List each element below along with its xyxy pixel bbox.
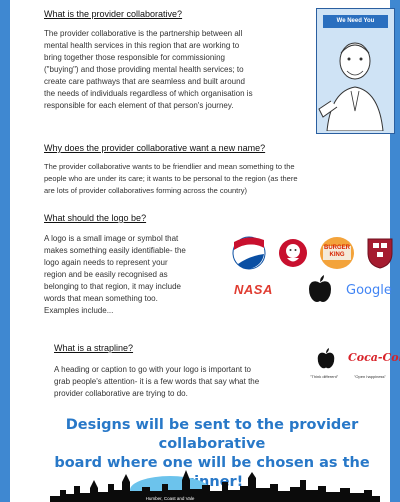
burger-king-word-1: BURGER (323, 245, 350, 251)
text-line: A heading or caption to go with your log… (54, 365, 252, 374)
new-name-paragraph: The provider collaborative wants to be f… (44, 161, 394, 197)
skyline-illustration: Humber, Coast and Vale (50, 470, 380, 502)
we-need-you-poster: We Need You (316, 8, 395, 134)
heading-new-name: Why does the provider collaborative want… (44, 143, 266, 153)
text-line: Examples include... (44, 306, 114, 315)
coca-cola-strapline: "Open happiness" (354, 374, 386, 379)
google-logo: Google (346, 283, 392, 298)
nasa-logo: NASA (234, 282, 273, 297)
logo-paragraph: A logo is a small image or symbol that m… (44, 233, 224, 317)
text-line: The provider collaborative wants to be f… (44, 162, 295, 171)
strapline-paragraph: A heading or caption to go with your log… (54, 364, 310, 400)
text-line: are lots of provider collaboratives form… (44, 186, 248, 195)
poster-figure-illustration (318, 42, 384, 131)
burger-king-logo: BURGER KING (320, 237, 354, 269)
text-line: responsible for each element of that per… (44, 101, 234, 110)
apple-logo (309, 275, 331, 302)
strapline-examples: "Think different" Coca-Cola "Open happin… (310, 343, 400, 391)
text-line: create care pathways that are seamless a… (44, 77, 246, 86)
text-line: the needs of individuals regardless of w… (44, 89, 253, 98)
text-line: The provider collaborative is the partne… (44, 29, 243, 38)
apple-logo (317, 348, 335, 369)
kfc-logo (279, 239, 307, 267)
text-line: grab people's attention- it is a few wor… (54, 377, 260, 386)
poster-banner: We Need You (323, 15, 388, 28)
text-line: mental health services in this region th… (44, 41, 240, 50)
text-line: words that mean something too. (44, 294, 158, 303)
text-line: region and be easily recognised as (44, 270, 168, 279)
text-line: A logo is a small image or symbol that (44, 234, 179, 243)
heading-strapline: What is a strapline? (54, 343, 134, 353)
text-line: belonging to that region, it may include (44, 282, 181, 291)
document-page: What is the provider collaborative? The … (0, 0, 400, 502)
heading-logo: What should the logo be? (44, 213, 147, 223)
crest-logo (367, 238, 393, 269)
footer-caption: Humber, Coast and Vale (146, 496, 195, 501)
text-line: people who are under its care; it wants … (44, 174, 298, 183)
pepsi-logo (232, 236, 266, 270)
text-line: provider collaborative are trying to do. (54, 389, 188, 398)
text-line: logo again needs to represent your (44, 258, 168, 267)
burger-king-word-2: KING (329, 252, 345, 258)
collaborative-paragraph: The provider collaborative is the partne… (44, 28, 312, 112)
text-line: bring together those responsible for com… (44, 53, 225, 62)
text-line: makes something easily identifiable- the (44, 246, 186, 255)
google-wordmark: Google (346, 283, 392, 298)
coca-cola-logo: Coca-Cola (348, 351, 400, 364)
apple-strapline: "Think different" (310, 374, 339, 379)
text-line: ("buying") and those providing mental he… (44, 65, 244, 74)
example-logos-grid: BURGER KING NASA Google (228, 228, 398, 326)
heading-what-is-collaborative: What is the provider collaborative? (44, 9, 183, 19)
closing-line: Designs will be sent to the provider col… (65, 417, 359, 452)
